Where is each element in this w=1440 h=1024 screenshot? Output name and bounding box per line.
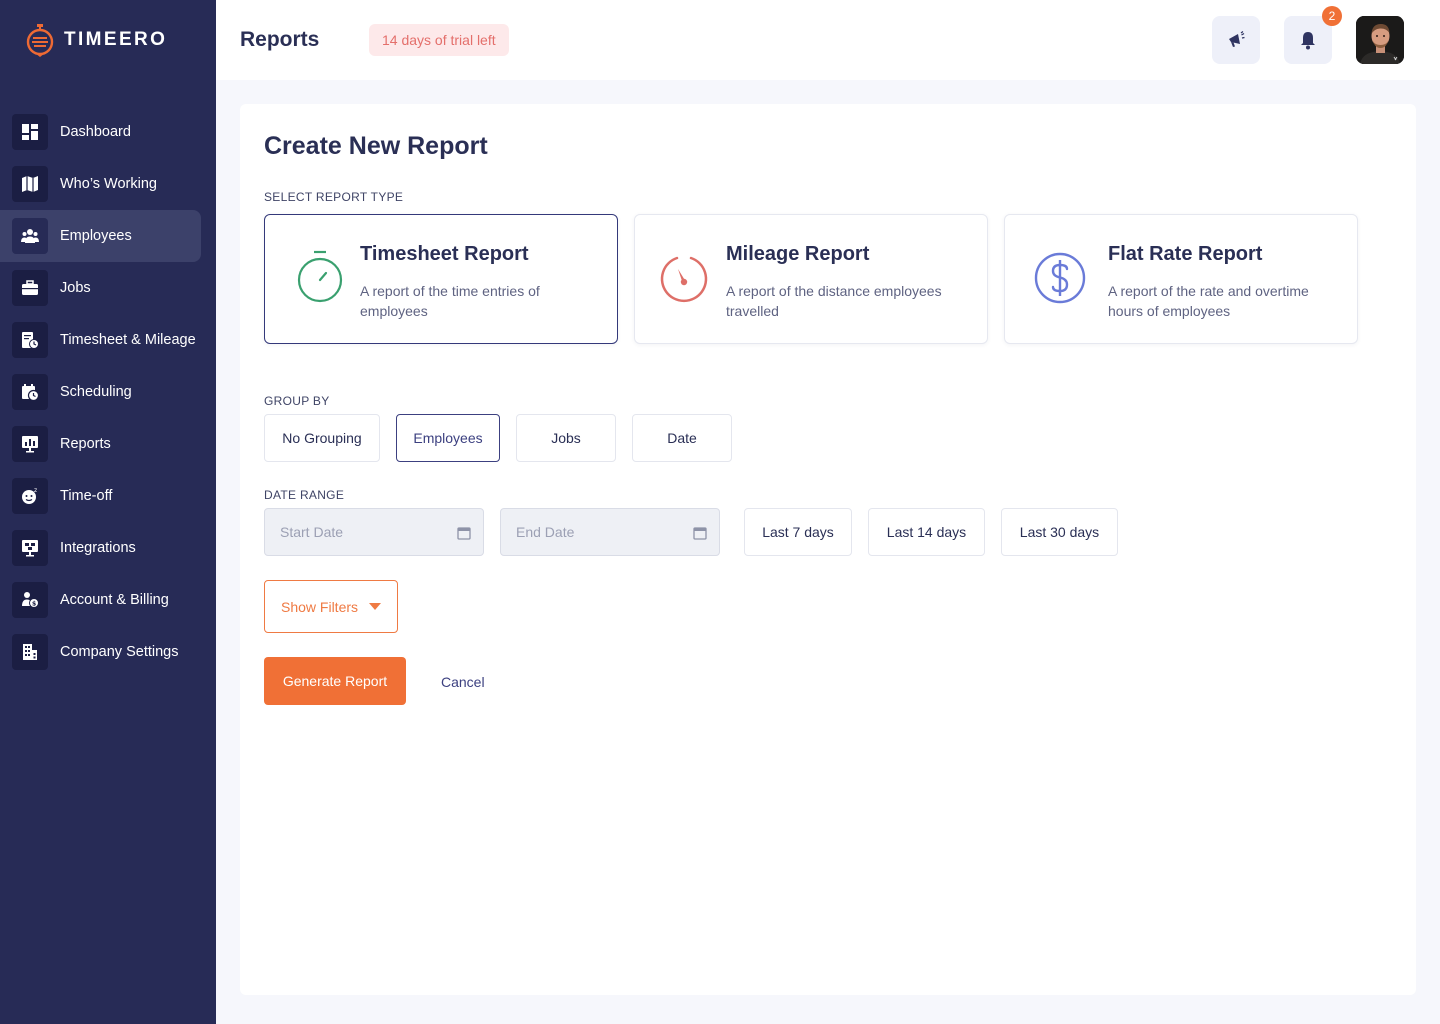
sidebar-item-reports[interactable]: Reports xyxy=(0,418,216,470)
sidebar-nav: Dashboard Who’s Working Employees Jobs T… xyxy=(0,106,216,678)
report-type-description: A report of the rate and overtime hours … xyxy=(1108,283,1309,319)
briefcase-icon xyxy=(12,270,48,306)
reports-icon xyxy=(12,426,48,462)
account-billing-icon: $ xyxy=(12,582,48,618)
map-icon xyxy=(12,166,48,202)
sidebar-item-scheduling[interactable]: Scheduling xyxy=(0,366,216,418)
sidebar-item-employees[interactable]: Employees xyxy=(0,210,201,262)
generate-report-button[interactable]: Generate Report xyxy=(264,657,406,705)
sidebar-item-label: Account & Billing xyxy=(60,592,169,608)
sidebar-item-label: Time-off xyxy=(60,488,113,504)
notifications-button[interactable]: 2 xyxy=(1284,6,1342,64)
sidebar-item-label: Timesheet & Mileage xyxy=(60,332,196,348)
top-header: Reports 14 days of trial left 2 xyxy=(216,0,1440,80)
sidebar-item-jobs[interactable]: Jobs xyxy=(0,262,216,314)
avatar[interactable] xyxy=(1356,16,1404,64)
trial-badge[interactable]: 14 days of trial left xyxy=(369,24,509,56)
mileage-report-card[interactable]: Mileage Report A report of the distance … xyxy=(634,214,988,344)
sidebar-item-account-billing[interactable]: $ Account & Billing xyxy=(0,574,216,626)
end-date-placeholder: End Date xyxy=(516,524,575,540)
sidebar-item-label: Who’s Working xyxy=(60,176,157,192)
calendar-icon xyxy=(457,527,471,540)
group-by-label: GROUP BY xyxy=(264,394,330,408)
sidebar-item-label: Integrations xyxy=(60,540,136,556)
svg-text:z: z xyxy=(34,487,37,494)
user-photo xyxy=(1356,16,1404,64)
calendar-clock-icon xyxy=(12,374,48,410)
report-type-description: A report of the time entries of employee… xyxy=(360,283,540,319)
page-title: Reports xyxy=(240,28,320,51)
megaphone-icon xyxy=(1229,30,1245,47)
building-icon xyxy=(12,634,48,670)
flat-rate-report-card[interactable]: Flat Rate Report A report of the rate an… xyxy=(1004,214,1358,344)
sidebar-item-dashboard[interactable]: Dashboard xyxy=(0,106,216,158)
report-type-title: Mileage Report xyxy=(726,243,870,265)
sidebar-item-label: Reports xyxy=(60,436,111,452)
start-date-field[interactable]: Start Date xyxy=(264,508,484,556)
timesheet-report-card[interactable]: Timesheet Report A report of the time en… xyxy=(264,214,618,344)
svg-text:$: $ xyxy=(32,601,36,608)
dashboard-icon xyxy=(12,114,48,150)
notification-count-badge: 2 xyxy=(1322,6,1342,26)
time-off-icon: z xyxy=(12,478,48,514)
sidebar-item-integrations[interactable]: Integrations xyxy=(0,522,216,574)
integrations-icon xyxy=(12,530,48,566)
calendar-icon xyxy=(693,527,707,540)
brand-name: TIMEERO xyxy=(64,29,168,50)
date-range-label: DATE RANGE xyxy=(264,488,345,502)
brand-logo[interactable]: TIMEERO xyxy=(26,23,167,57)
stopwatch-icon xyxy=(297,250,343,303)
last-7-days-button[interactable]: Last 7 days xyxy=(744,508,852,556)
sidebar-item-company-settings[interactable]: Company Settings xyxy=(0,626,216,678)
sidebar-item-label: Scheduling xyxy=(60,384,132,400)
show-filters-label: Show Filters xyxy=(281,598,359,615)
sidebar: TIMEERO Dashboard Who’s Working Employee… xyxy=(0,0,216,1024)
report-type-label: SELECT REPORT TYPE xyxy=(264,190,404,204)
card-title: Create New Report xyxy=(264,132,488,160)
sidebar-item-label: Dashboard xyxy=(60,124,131,140)
sidebar-item-timesheet-mileage[interactable]: Timesheet & Mileage xyxy=(0,314,216,366)
sidebar-item-label: Company Settings xyxy=(60,644,179,660)
bell-icon xyxy=(1301,32,1315,50)
start-date-placeholder: Start Date xyxy=(280,524,344,540)
report-type-title: Flat Rate Report xyxy=(1108,243,1263,265)
last-14-days-button[interactable]: Last 14 days xyxy=(868,508,985,556)
end-date-field[interactable]: End Date xyxy=(500,508,720,556)
speedometer-icon xyxy=(660,256,708,303)
group-by-date[interactable]: Date xyxy=(632,414,732,462)
report-type-title: Timesheet Report xyxy=(360,243,529,265)
sidebar-item-label: Employees xyxy=(60,228,132,244)
dollar-icon xyxy=(1034,252,1086,304)
report-type-description: A report of the distance employees trave… xyxy=(726,283,942,319)
create-report-card: Create New Report SELECT REPORT TYPE Tim… xyxy=(240,104,1416,995)
announcements-button[interactable] xyxy=(1212,16,1260,64)
sidebar-item-time-off[interactable]: z Time-off xyxy=(0,470,216,522)
timesheet-icon xyxy=(12,322,48,358)
group-by-jobs[interactable]: Jobs xyxy=(516,414,616,462)
caret-down-icon xyxy=(369,603,381,610)
last-30-days-button[interactable]: Last 30 days xyxy=(1001,508,1118,556)
employees-icon xyxy=(12,218,48,254)
cancel-link[interactable]: Cancel xyxy=(441,674,485,690)
show-filters-button[interactable]: Show Filters xyxy=(264,580,398,633)
sidebar-item-label: Jobs xyxy=(60,280,91,296)
timeero-logo-icon xyxy=(26,24,54,57)
group-by-no-grouping[interactable]: No Grouping xyxy=(264,414,380,462)
sidebar-item-whos-working[interactable]: Who’s Working xyxy=(0,158,216,210)
group-by-employees[interactable]: Employees xyxy=(396,414,500,462)
